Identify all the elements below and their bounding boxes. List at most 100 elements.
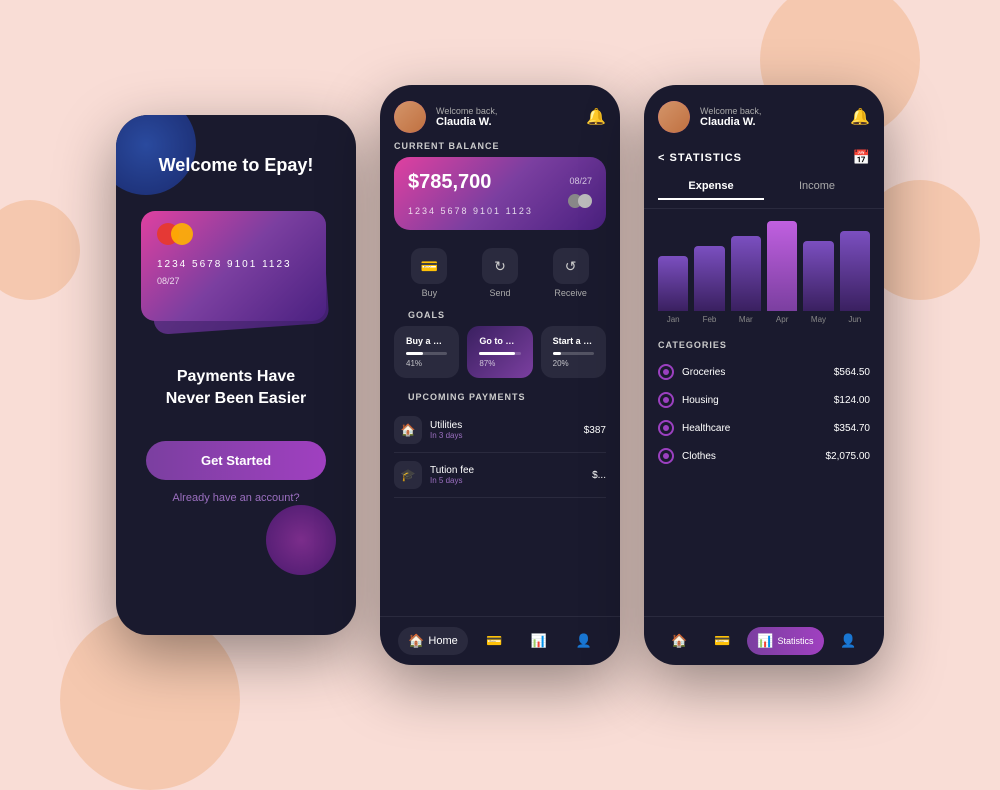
nav3-home[interactable]: 🏠 — [661, 627, 697, 655]
profile-icon-3: 👤 — [840, 633, 856, 649]
tuition-info: Tution fee In 5 days — [430, 465, 584, 485]
goals-section: GOALS Buy a house 41% Go to Hawaii 87% — [380, 310, 620, 388]
calendar-icon[interactable]: 📅 — [853, 149, 870, 166]
balance-expiry: 08/27 — [408, 176, 592, 186]
bar-label-may: May — [803, 315, 833, 324]
screen3-header: Welcome back, Claudia W. 🔔 — [644, 85, 884, 141]
receive-label: Receive — [554, 288, 587, 298]
avatar-3 — [658, 101, 690, 133]
notification-bell-icon[interactable]: 🔔 — [586, 107, 606, 127]
login-link[interactable]: Already have an account? — [172, 492, 299, 504]
utilities-info: Utilities In 3 days — [430, 420, 576, 440]
bar-apr — [767, 221, 797, 311]
bar-chart: Jan Feb Mar Apr May Jun — [644, 209, 884, 332]
goal-house-name: Buy a house — [406, 336, 447, 346]
goal-house: Buy a house 41% — [394, 326, 459, 378]
home-icon-3: 🏠 — [671, 633, 687, 649]
goal-business-fill — [553, 352, 561, 355]
goal-hawaii-name: Go to Hawaii — [479, 336, 520, 346]
receive-button[interactable]: ↺ Receive — [553, 248, 589, 298]
screen2-bottom-nav: 🏠 Home 💳 📊 👤 — [380, 616, 620, 665]
nav3-profile[interactable]: 👤 — [830, 627, 866, 655]
cat-housing-amount: $124.00 — [834, 395, 870, 406]
stats-back-label[interactable]: < STATISTICS — [658, 152, 742, 164]
cat-clothes: Clothes $2,075.00 — [658, 442, 870, 470]
cards-icon: 💳 — [486, 633, 502, 649]
bar-label-jun: Jun — [840, 315, 870, 324]
cat-housing-name: Housing — [682, 395, 826, 406]
home-icon: 🏠 — [408, 633, 424, 649]
chip-right — [578, 194, 592, 208]
profile-icon: 👤 — [576, 633, 592, 649]
cat-groceries: Groceries $564.50 — [658, 358, 870, 386]
welcome-text-3: Welcome back, — [700, 106, 840, 116]
goal-house-percent: 41% — [406, 359, 447, 368]
cat-groceries-amount: $564.50 — [834, 367, 870, 378]
bar-labels: Jan Feb Mar Apr May Jun — [658, 311, 870, 328]
send-button[interactable]: ↻ Send — [482, 248, 518, 298]
avatar — [394, 101, 426, 133]
card-number: 1234 5678 9101 1123 — [157, 259, 310, 270]
tuition-date: In 5 days — [430, 476, 584, 485]
bar-may — [803, 241, 833, 311]
cat-healthcare: Healthcare $354.70 — [658, 414, 870, 442]
buy-icon: 💳 — [411, 248, 447, 284]
card-front: 1234 5678 9101 1123 08/27 — [141, 211, 326, 321]
goal-house-bar — [406, 352, 447, 355]
avatar-image — [394, 101, 426, 133]
stats-header: < STATISTICS 📅 — [644, 141, 884, 174]
statistics-screen: Welcome back, Claudia W. 🔔 < STATISTICS … — [644, 85, 884, 665]
welcome-screen: Welcome to Epay! 1234 5678 9101 1123 08/… — [116, 115, 356, 635]
card-expiry: 08/27 — [157, 276, 310, 286]
balance-label: CURRENT BALANCE — [380, 141, 620, 157]
get-started-button[interactable]: Get Started — [146, 441, 326, 480]
welcome-text: Welcome back, — [436, 106, 576, 116]
nav3-cards[interactable]: 💳 — [704, 627, 740, 655]
cat-housing-dot-inner — [663, 397, 669, 403]
buy-label: Buy — [422, 288, 438, 298]
goal-hawaii-percent: 87% — [479, 359, 520, 368]
nav3-statistics[interactable]: 📊 Statistics — [747, 627, 823, 655]
balance-card: $785,700 08/27 1234 5678 9101 1123 — [394, 157, 606, 230]
bar-jan — [658, 256, 688, 311]
bar-apr-fill — [767, 221, 797, 311]
tuition-icon: 🎓 — [394, 461, 422, 489]
header-text-3: Welcome back, Claudia W. — [700, 106, 840, 128]
tagline: Payments HaveNever Been Easier — [166, 366, 307, 411]
tab-income[interactable]: Income — [764, 174, 870, 200]
goal-hawaii-bar — [479, 352, 520, 355]
goal-house-fill — [406, 352, 423, 355]
cat-healthcare-dot — [658, 420, 674, 436]
dashboard-screen: Welcome back, Claudia W. 🔔 CURRENT BALAN… — [380, 85, 620, 665]
bar-label-jan: Jan — [658, 315, 688, 324]
nav-profile[interactable]: 👤 — [566, 627, 602, 655]
cat-clothes-name: Clothes — [682, 451, 818, 462]
nav-home[interactable]: 🏠 Home — [398, 627, 468, 655]
tab-expense[interactable]: Expense — [658, 174, 764, 200]
cat-housing: Housing $124.00 — [658, 386, 870, 414]
nav-stats[interactable]: 📊 — [521, 627, 557, 655]
bar-jan-fill — [658, 256, 688, 311]
notification-bell-icon-3[interactable]: 🔔 — [850, 107, 870, 127]
utilities-name: Utilities — [430, 420, 576, 431]
user-name-3: Claudia W. — [700, 116, 840, 128]
nav-home-label: Home — [428, 635, 457, 647]
user-name: Claudia W. — [436, 116, 576, 128]
goal-business-percent: 20% — [553, 359, 594, 368]
avatar-image-3 — [658, 101, 690, 133]
categories-section: CATEGORIES Groceries $564.50 Housing $12… — [644, 332, 884, 478]
nav-cards[interactable]: 💳 — [476, 627, 512, 655]
cards-icon-3: 💳 — [714, 633, 730, 649]
buy-button[interactable]: 💳 Buy — [411, 248, 447, 298]
goal-business-name: Start a bus... — [553, 336, 594, 346]
tuition-amount: $... — [592, 470, 606, 481]
card-logo — [157, 223, 310, 245]
bar-feb-fill — [694, 246, 724, 311]
cat-healthcare-amount: $354.70 — [834, 423, 870, 434]
bars-container — [658, 221, 870, 311]
receive-icon: ↺ — [553, 248, 589, 284]
cat-groceries-dot — [658, 364, 674, 380]
bar-may-fill — [803, 241, 833, 311]
cat-housing-dot — [658, 392, 674, 408]
payment-tuition: 🎓 Tution fee In 5 days $... — [394, 453, 606, 498]
